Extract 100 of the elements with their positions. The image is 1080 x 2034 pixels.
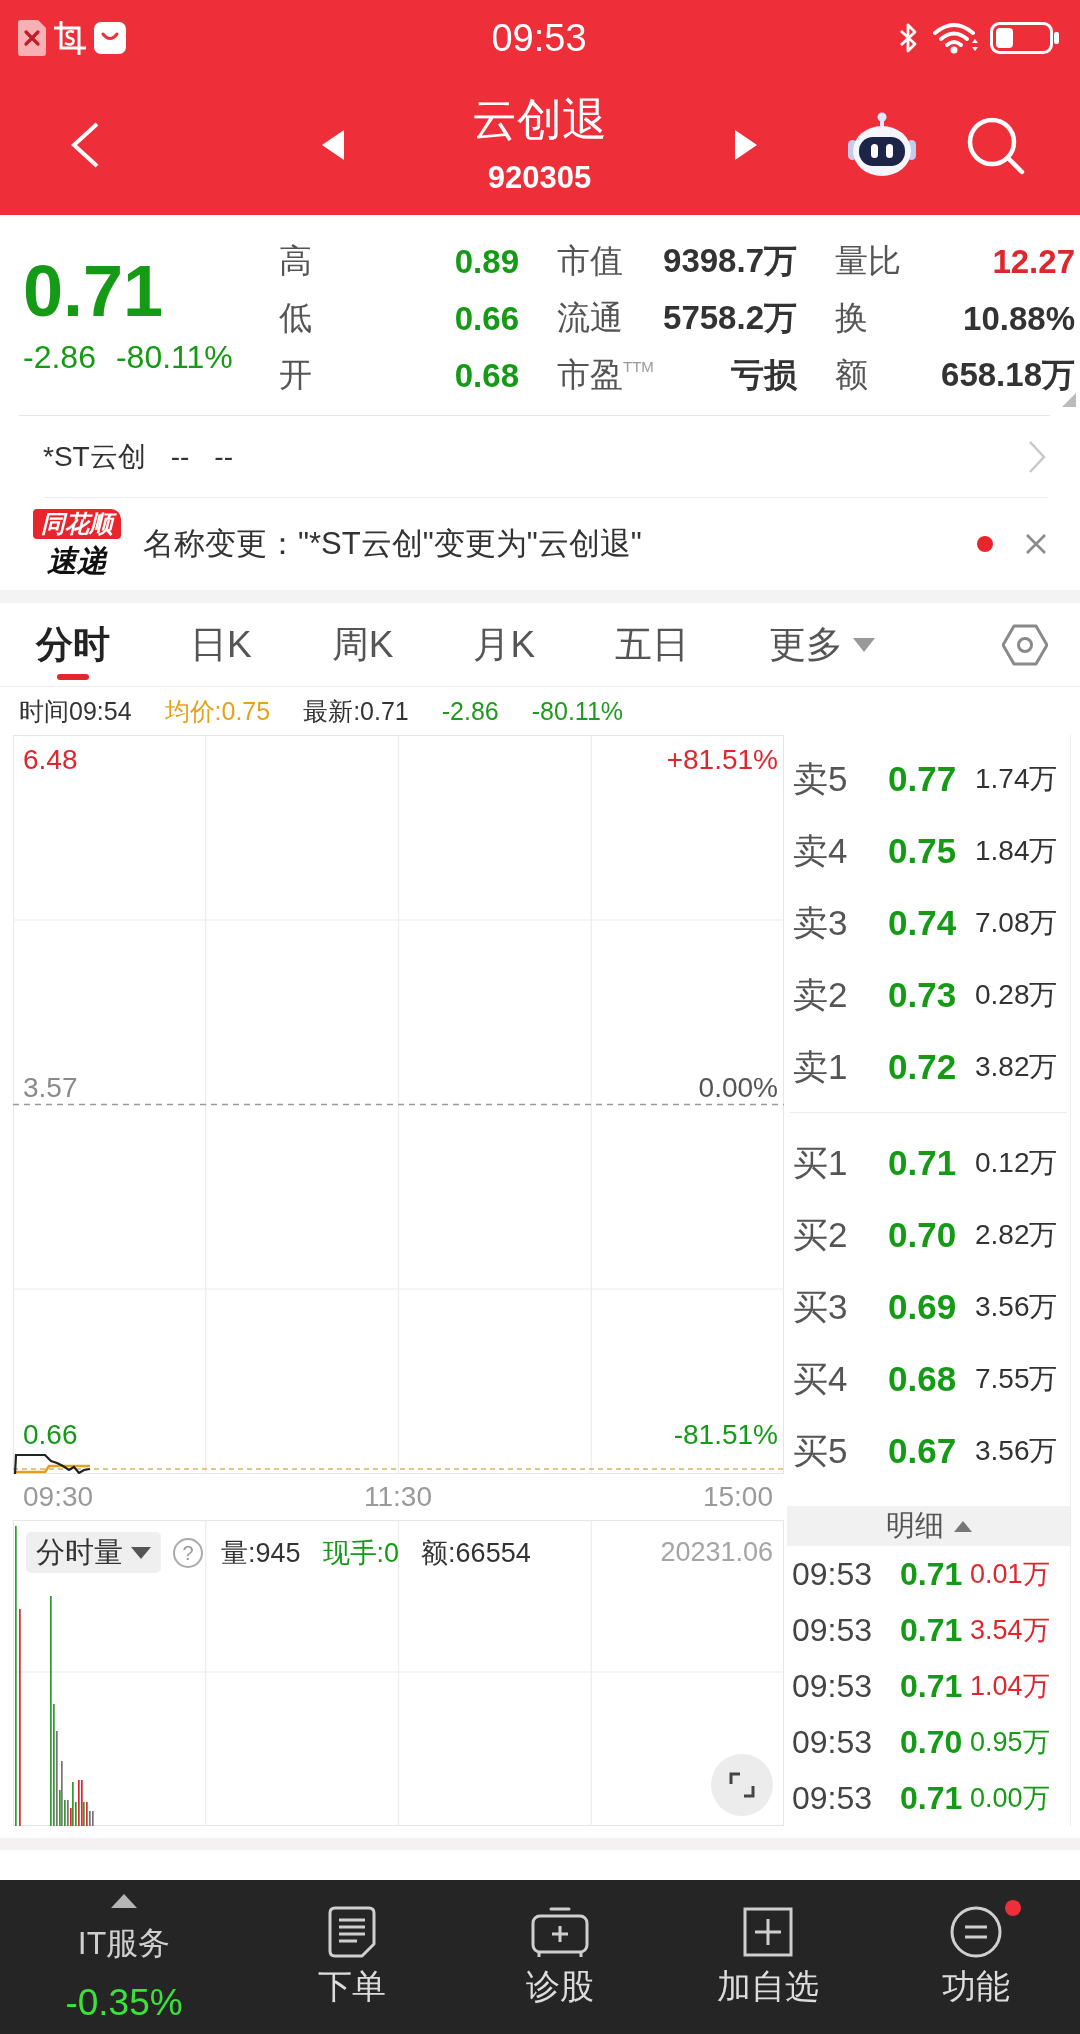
- battery-icon: [990, 21, 1060, 54]
- percent-axis-label: -81.51%: [673, 1420, 778, 1450]
- stat-value: 10.88%: [963, 299, 1075, 338]
- bid-volume: 2.82万: [975, 1218, 1058, 1252]
- volume-stat: 额:66554: [421, 1536, 531, 1570]
- chart-tab[interactable]: 分时: [36, 603, 110, 686]
- stat-label: 额: [835, 355, 868, 395]
- chart-info-text: -80.11%: [531, 696, 624, 726]
- time-axis-label: 09:30: [23, 1481, 94, 1513]
- document-icon: [327, 1906, 377, 1958]
- stat-value: 5758.2万: [663, 298, 797, 338]
- ask-price: 0.74: [888, 903, 958, 943]
- ask-price: 0.73: [888, 975, 958, 1015]
- bid-price: 0.71: [888, 1143, 958, 1183]
- former-name-value: --: [170, 440, 190, 473]
- caret-left-icon[interactable]: [322, 130, 344, 160]
- price-axis-label: 0.66: [23, 1420, 78, 1450]
- bid-level-label: 买5: [793, 1429, 849, 1472]
- settings-icon[interactable]: [1002, 623, 1048, 666]
- functions-button[interactable]: 功能: [872, 1880, 1080, 2034]
- expand-icon[interactable]: [711, 1754, 773, 1816]
- stat-value: 0.89: [454, 242, 519, 281]
- trade-time: 09:53: [792, 1611, 874, 1649]
- caret-up-icon[interactable]: [111, 1894, 137, 1908]
- stat-value: 658.18万: [941, 355, 1075, 395]
- chart-tab[interactable]: 月K: [473, 603, 536, 686]
- former-name: *ST云创: [43, 439, 146, 474]
- back-icon[interactable]: [69, 121, 100, 169]
- trade-time: 09:53: [792, 1555, 874, 1593]
- stat-value: 9398.7万: [663, 241, 797, 281]
- ask-level-label: 卖2: [793, 973, 849, 1016]
- chart-info-text: 时间09:54: [19, 695, 132, 727]
- ask-volume: 1.74万: [975, 762, 1058, 796]
- crop-frame-icon: [54, 20, 86, 55]
- trade-volume: 1.04万: [970, 1670, 1050, 1703]
- volume-stat: 量:945: [221, 1536, 301, 1570]
- chart-tab[interactable]: 更多: [769, 603, 876, 686]
- trade-price: 0.71: [900, 1667, 964, 1705]
- chart-tab[interactable]: 周K: [331, 603, 394, 686]
- bid-volume: 3.56万: [975, 1434, 1058, 1468]
- bid-volume: 3.56万: [975, 1290, 1058, 1324]
- sector-change: -0.35%: [65, 1982, 183, 2024]
- chart-info-text: 最新:0.71: [303, 695, 409, 727]
- bid-price: 0.67: [888, 1431, 958, 1471]
- trade-price: 0.70: [900, 1723, 964, 1761]
- ask-volume: 7.08万: [975, 906, 1058, 940]
- close-icon[interactable]: [1025, 533, 1047, 555]
- corner-triangle-icon: [1062, 393, 1076, 407]
- price-axis-label: 6.48: [23, 745, 78, 775]
- trade-time: 09:53: [792, 1723, 874, 1761]
- bid-level-label: 买2: [793, 1213, 849, 1256]
- ask-level-label: 卖4: [793, 829, 849, 872]
- add-watchlist-button[interactable]: 加自选: [664, 1880, 872, 2034]
- order-button[interactable]: 下单: [248, 1880, 456, 2034]
- caret-right-icon[interactable]: [735, 130, 757, 160]
- percent-axis-label: 0.00%: [698, 1072, 778, 1103]
- price-change: -2.86: [23, 338, 96, 377]
- ask-volume: 1.84万: [975, 834, 1058, 868]
- ask-volume: 0.28万: [975, 978, 1058, 1012]
- news-headline[interactable]: 名称变更："*ST云创"变更为"云创退": [143, 523, 977, 565]
- chart-tab[interactable]: 日K: [190, 603, 252, 686]
- trade-detail-tab[interactable]: 明细: [787, 1506, 1070, 1546]
- stat-label: 换: [835, 298, 868, 338]
- chart-tab[interactable]: 五日: [615, 603, 690, 686]
- bid-level-label: 买1: [793, 1141, 849, 1184]
- stat-value: 0.68: [454, 356, 519, 395]
- stat-label: 量比: [835, 241, 901, 281]
- price-axis-label: 3.57: [23, 1072, 78, 1103]
- sector-name[interactable]: IT服务: [77, 1924, 171, 1962]
- bid-volume: 0.12万: [975, 1146, 1058, 1180]
- close-tile-icon: [18, 19, 46, 56]
- volume-stat: 现手:0: [322, 1536, 400, 1570]
- stat-label: 低: [279, 298, 312, 338]
- ask-price: 0.72: [888, 1047, 958, 1087]
- stat-value: 12.27: [992, 242, 1075, 281]
- smile-tile-icon: [94, 21, 126, 54]
- ask-level-label: 卖5: [793, 757, 849, 800]
- ask-price: 0.77: [888, 759, 958, 799]
- bid-price: 0.70: [888, 1215, 958, 1255]
- chart-info-text: 均价:0.75: [164, 695, 271, 727]
- diagnose-button[interactable]: 诊股: [456, 1880, 664, 2034]
- ask-volume: 3.82万: [975, 1050, 1058, 1084]
- search-icon[interactable]: [965, 115, 1025, 175]
- bid-price: 0.68: [888, 1359, 958, 1399]
- caret-up-icon: [953, 1520, 972, 1532]
- stock-name: 云创退: [472, 94, 607, 146]
- ask-price: 0.75: [888, 831, 958, 871]
- stat-label: 市值: [557, 241, 623, 281]
- volume-selector[interactable]: 分时量: [26, 1532, 161, 1573]
- trade-time: 09:53: [792, 1667, 874, 1705]
- former-name-value: --: [214, 440, 233, 473]
- bid-price: 0.69: [888, 1287, 958, 1327]
- trade-volume: 0.00万: [970, 1782, 1050, 1815]
- last-price: 0.71: [23, 255, 164, 327]
- caret-down-icon: [853, 637, 876, 652]
- stat-label: 市盈$^{TTM}$: [557, 355, 654, 395]
- plus-square-icon: [743, 1906, 793, 1958]
- robot-icon[interactable]: [845, 112, 919, 178]
- bid-volume: 7.55万: [975, 1362, 1058, 1396]
- trade-price: 0.71: [900, 1555, 964, 1593]
